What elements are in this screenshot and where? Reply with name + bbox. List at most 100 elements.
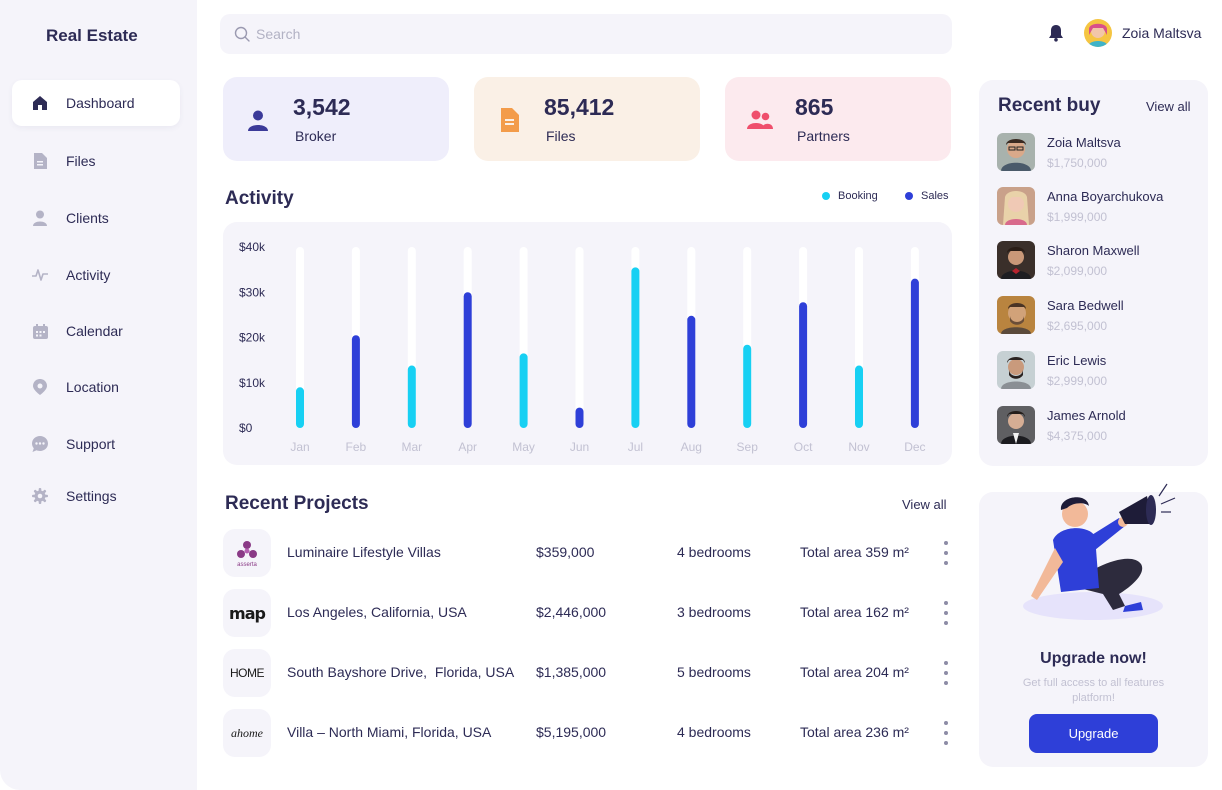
activity-title: Activity (225, 188, 294, 209)
x-tick-label: Aug (681, 440, 702, 454)
upgrade-title: Upgrade now! (1040, 650, 1147, 667)
sidebar-item-activity[interactable]: Activity (12, 252, 180, 298)
stat-value: 3,542 (293, 94, 351, 120)
buyer-name: Sharon Maxwell (1047, 243, 1140, 258)
users-icon (747, 107, 773, 133)
y-tick-label: $0 (239, 421, 253, 435)
avatar[interactable] (1084, 19, 1112, 47)
bar-jan[interactable] (296, 387, 304, 428)
ahome-logo: ahome (223, 709, 271, 757)
recent-buy-item[interactable]: Zoia Maltsva $1,750,000 (997, 133, 1197, 173)
logo-text: HOME (230, 666, 265, 680)
sidebar-item-settings[interactable]: Settings (12, 473, 180, 519)
more-options-icon[interactable] (939, 541, 953, 565)
bar-dec[interactable] (910, 278, 919, 428)
sidebar-item-label: Clients (66, 210, 109, 226)
chat-icon (32, 436, 48, 452)
project-row[interactable]: ahome Villa – North Miami, Florida, USA … (223, 709, 953, 757)
recent-buy-item[interactable]: Anna Boyarchukova $1,999,000 (997, 187, 1197, 227)
project-name: Luminaire Lifestyle Villas (287, 544, 441, 560)
gear-icon (32, 488, 48, 504)
activity-chart-svg: $0 $10k $20k $30k $40k Jan Feb Mar Apr May Jun Jul A… (239, 240, 926, 454)
sidebar-item-label: Activity (66, 267, 111, 283)
project-row[interactable]: map Los Angeles, California, USA $2,446,… (223, 589, 953, 637)
brand-title: Real Estate (46, 26, 138, 45)
recent-buy-item[interactable]: James Arnold $4,375,000 (997, 406, 1197, 446)
bar-feb[interactable] (351, 335, 360, 428)
sidebar-item-support[interactable]: Support (12, 421, 180, 467)
recent-projects-view-all-link[interactable]: View all (902, 497, 947, 512)
sidebar-item-dashboard[interactable]: Dashboard (12, 80, 180, 126)
bar-may[interactable] (519, 353, 528, 428)
x-tick-label: Jan (290, 440, 309, 454)
asserta-logo: asserta (223, 529, 271, 577)
bar-nov[interactable] (855, 365, 863, 428)
project-name: Los Angeles, California, USA (287, 604, 467, 620)
search-input[interactable] (256, 14, 936, 54)
sidebar-item-files[interactable]: Files (12, 138, 180, 184)
x-tick-label: Apr (458, 440, 477, 454)
project-price: $2,446,000 (536, 604, 607, 620)
recent-buy-item[interactable]: Eric Lewis $2,999,000 (997, 351, 1197, 391)
bar-mar[interactable] (407, 365, 416, 428)
more-options-icon[interactable] (939, 721, 953, 745)
project-price: $1,385,000 (536, 664, 607, 680)
recent-buy-view-all-link[interactable]: View all (1146, 99, 1191, 114)
bell-icon[interactable] (1048, 24, 1064, 42)
stat-card-partners: 865 Partners (725, 77, 951, 161)
buyer-amount: $2,099,000 (1047, 264, 1108, 278)
megaphone-man-illustration (1023, 483, 1176, 620)
x-tick-label: Nov (848, 440, 869, 454)
bar-jul[interactable] (631, 267, 640, 428)
y-tick-label: $20k (239, 331, 266, 345)
sidebar-item-clients[interactable]: Clients (12, 195, 180, 241)
stat-label: Partners (797, 128, 850, 144)
more-options-icon[interactable] (939, 661, 953, 685)
activity-icon (32, 267, 48, 283)
buyer-amount: $2,695,000 (1047, 319, 1108, 333)
recent-buy-title: Recent buy (998, 95, 1101, 116)
stat-card-broker: 3,542 Broker (223, 77, 449, 161)
sidebar-item-calendar[interactable]: Calendar (12, 308, 180, 354)
bar-jun[interactable] (575, 407, 584, 428)
legend-label: Sales (921, 190, 949, 202)
project-name: South Bayshore Drive, Florida, USA (287, 664, 515, 680)
avatar (997, 406, 1035, 444)
buyer-name: James Arnold (1047, 408, 1126, 423)
sidebar-item-location[interactable]: Location (12, 364, 180, 410)
upgrade-button[interactable]: Upgrade (1029, 714, 1158, 753)
recent-buy-item[interactable]: Sharon Maxwell $2,099,000 (997, 241, 1197, 281)
avatar (997, 241, 1035, 279)
legend-item-sales: Sales (905, 190, 949, 202)
bar-aug[interactable] (687, 315, 696, 428)
search-bar[interactable] (220, 14, 952, 54)
project-area: Total area 236 m² (800, 724, 909, 740)
sidebar-item-label: Location (66, 379, 119, 395)
x-tick-label: May (512, 440, 535, 454)
recent-buy-item[interactable]: Sara Bedwell $2,695,000 (997, 296, 1197, 336)
buyer-amount: $1,999,000 (1047, 210, 1108, 224)
sidebar-item-label: Files (66, 153, 96, 169)
project-area: Total area 162 m² (800, 604, 909, 620)
project-area: Total area 359 m² (800, 544, 909, 560)
avatar (997, 187, 1035, 225)
bar-sep[interactable] (743, 344, 752, 428)
project-name: Villa – North Miami, Florida, USA (287, 724, 492, 740)
buyer-amount: $2,999,000 (1047, 374, 1108, 388)
buyer-amount: $4,375,000 (1047, 429, 1108, 443)
legend-label: Booking (838, 190, 878, 202)
stat-value: 85,412 (544, 94, 615, 120)
bar-oct[interactable] (799, 302, 808, 428)
project-row[interactable]: HOME South Bayshore Drive, Florida, USA … (223, 649, 953, 697)
sidebar: Real Estate Dashboard Files Clients Acti… (0, 0, 197, 790)
buyer-name: Sara Bedwell (1047, 298, 1124, 313)
more-options-icon[interactable] (939, 601, 953, 625)
project-bedrooms: 3 bedrooms (677, 604, 751, 620)
x-tick-label: Feb (346, 440, 367, 454)
buyer-name: Zoia Maltsva (1047, 135, 1121, 150)
bar-apr[interactable] (463, 292, 472, 428)
home-icon (32, 95, 48, 111)
user-icon (32, 210, 48, 226)
project-row[interactable]: asserta Luminaire Lifestyle Villas $359,… (223, 529, 953, 577)
user-name[interactable]: Zoia Maltsva (1122, 25, 1201, 41)
